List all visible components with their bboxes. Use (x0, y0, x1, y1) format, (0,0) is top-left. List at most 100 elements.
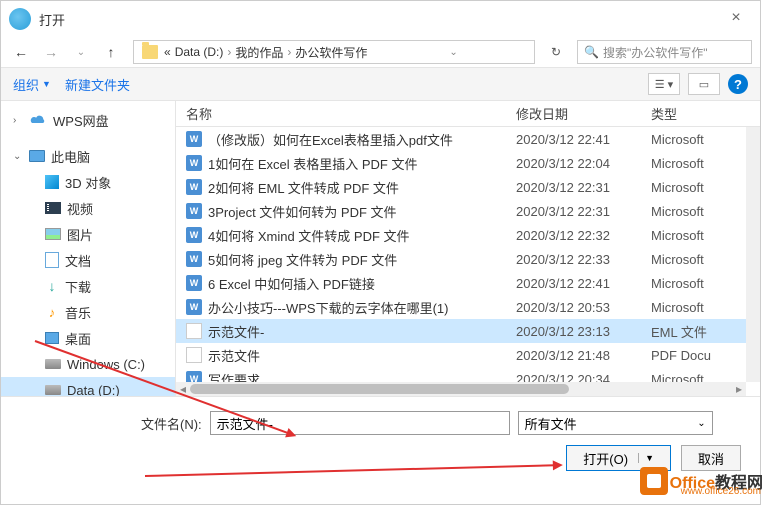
file-row[interactable]: W4如何将 Xmind 文件转成 PDF 文件2020/3/12 22:32Mi… (176, 223, 760, 247)
word-icon: W (186, 227, 202, 243)
file-row[interactable]: W 6 Excel 中如何插入 PDF链接 2020/3/12 22:41Micro… (176, 271, 760, 295)
word-icon: W (186, 131, 202, 147)
bc-drive[interactable]: Data (D:) (173, 45, 226, 59)
file-date: 2020/3/12 22:31 (516, 180, 651, 195)
file-name: 4如何将 Xmind 文件转成 PDF 文件 (208, 226, 410, 245)
watermark-icon (640, 467, 668, 495)
file-date: 2020/3/12 23:13 (516, 324, 651, 339)
desktop-icon (45, 332, 59, 344)
file-name: 3Project 文件如何转为 PDF 文件 (208, 202, 397, 221)
file-row[interactable]: W1如何在 Excel 表格里插入 PDF 文件2020/3/12 22:04M… (176, 151, 760, 175)
sidebar-item-label: 桌面 (65, 329, 91, 348)
nav-forward[interactable]: → (39, 40, 63, 64)
file-date: 2020/3/12 22:41 (516, 132, 651, 147)
file-type: Microsoft (651, 276, 760, 291)
file-row[interactable]: W2如何将 EML 文件转成 PDF 文件2020/3/12 22:31Micr… (176, 175, 760, 199)
filetype-filter[interactable]: 所有文件⌄ (518, 411, 713, 435)
file-row[interactable]: 示范文件2020/3/12 21:48PDF Docu (176, 343, 760, 367)
bc-root[interactable]: « (162, 45, 173, 59)
file-type: Microsoft (651, 180, 760, 195)
3d-icon (45, 175, 59, 189)
search-placeholder: 搜索"办公软件写作" (603, 44, 708, 61)
drive-icon (45, 359, 61, 369)
help-icon[interactable]: ? (728, 74, 748, 94)
nav-history-chevron[interactable]: ⌄ (69, 40, 93, 64)
nav-up[interactable]: ↑ (99, 40, 123, 64)
sidebar-item-label: 下载 (65, 277, 91, 296)
horizontal-scrollbar[interactable]: ◂ ▸ (176, 382, 746, 396)
file-rows: W（修改版）如何在Excel表格里插入pdf文件2020/3/12 22:41M… (176, 127, 760, 392)
file-date: 2020/3/12 22:41 (516, 276, 651, 291)
word-icon: W (186, 275, 202, 291)
breadcrumb[interactable]: « Data (D:) › 我的作品 › 办公软件写作 ⌄ (133, 40, 535, 64)
close-button[interactable]: × (724, 9, 748, 27)
search-icon: 🔍 (584, 45, 599, 59)
vertical-scrollbar[interactable] (746, 127, 760, 382)
eml-icon (186, 323, 202, 339)
file-row[interactable]: W （修改版）如何在Excel表格里插入pdf文件 2020/3/12 22:41M… (176, 127, 760, 151)
organize-button[interactable]: 组织 ▼ (13, 75, 51, 94)
search-input[interactable]: 🔍 搜索"办公软件写作" (577, 40, 752, 64)
body-area: ›WPS网盘 ⌄ 此电脑 3D 对象视频图片文档 ↓ 下载 ♪音乐桌面 Windows (C:… (1, 101, 760, 396)
sidebar-item-[interactable]: ↓ 下载 (1, 273, 175, 299)
file-date: 2020/3/12 22:31 (516, 204, 651, 219)
file-type: Microsoft (651, 132, 760, 147)
file-date: 2020/3/12 22:32 (516, 228, 651, 243)
sidebar-item-[interactable]: 文档 (1, 247, 175, 273)
file-list: 名称 修改日期 类型 W （修改版）如何在Excel表格里插入pdf文件 2020/… (176, 101, 760, 396)
open-dialog: 打开 × ← → ⌄ ↑ « Data (D:) › 我的作品 › 办公软件写作… (0, 0, 761, 505)
file-name: （修改版）如何在Excel表格里插入pdf文件 (208, 130, 453, 149)
picture-icon (45, 228, 61, 240)
view-options-button[interactable]: ☰ ▾ (648, 73, 680, 95)
col-date[interactable]: 修改日期 (516, 104, 651, 123)
file-row[interactable]: 示范文件-2020/3/12 23:13EML 文件 (176, 319, 760, 343)
bc-chevron[interactable]: ⌄ (449, 47, 457, 58)
file-name: 办公小技巧---WPS下载的云字体在哪里(1) (208, 298, 449, 317)
file-list-header: 名称 修改日期 类型 (176, 101, 760, 127)
sidebar-item-[interactable]: 图片 (1, 221, 175, 247)
col-type[interactable]: 类型 (651, 104, 760, 123)
file-type: Microsoft (651, 300, 760, 315)
refresh-button[interactable]: ↻ (545, 41, 567, 63)
sidebar-item-3d[interactable]: 3D 对象 (1, 169, 175, 195)
sidebar-item-[interactable]: 桌面 (1, 325, 175, 351)
bc-folder1[interactable]: 我的作品 (233, 44, 285, 61)
sidebar-item-[interactable]: ♪音乐 (1, 299, 175, 325)
file-type: EML 文件 (651, 322, 760, 341)
expand-chevron[interactable]: ⌄ (13, 151, 23, 162)
file-row[interactable]: W办公小技巧---WPS下载的云字体在哪里(1)2020/3/12 20:53M… (176, 295, 760, 319)
bc-folder2[interactable]: 办公软件写作 (293, 44, 369, 61)
sidebar-item-label: 此电脑 (51, 147, 90, 166)
sidebar-item-windowsc[interactable]: Windows (C:) (1, 351, 175, 377)
filename-label: 文件名(N): (141, 414, 202, 433)
titlebar: 打开 × (1, 1, 760, 37)
col-name[interactable]: 名称 (176, 104, 516, 123)
sidebar-item-wps[interactable]: ›WPS网盘 (1, 107, 175, 133)
sidebar: ›WPS网盘 ⌄ 此电脑 3D 对象视频图片文档 ↓ 下载 ♪音乐桌面 Windows (C:… (1, 101, 176, 396)
expand-chevron[interactable]: › (13, 115, 23, 126)
download-icon: ↓ (45, 279, 59, 293)
scroll-thumb[interactable] (190, 384, 569, 394)
file-type: Microsoft (651, 204, 760, 219)
file-name: 6 Excel 中如何插入 PDF链接 (208, 274, 375, 293)
pdf-icon (186, 347, 202, 363)
newfolder-button[interactable]: 新建文件夹 (65, 75, 130, 94)
sidebar-item-[interactable]: 视频 (1, 195, 175, 221)
navbar: ← → ⌄ ↑ « Data (D:) › 我的作品 › 办公软件写作 ⌄ ↻ … (1, 37, 760, 67)
cloud-icon (29, 113, 47, 127)
sidebar-item-[interactable]: ⌄ 此电脑 (1, 143, 175, 169)
sidebar-item-label: Data (D:) (67, 383, 120, 397)
word-icon: W (186, 299, 202, 315)
file-type: Microsoft (651, 156, 760, 171)
bc-sep: › (287, 45, 291, 59)
file-row[interactable]: W3Project 文件如何转为 PDF 文件2020/3/12 22:31Mi… (176, 199, 760, 223)
sidebar-item-datad[interactable]: Data (D:) (1, 377, 175, 396)
nav-back[interactable]: ← (9, 40, 33, 64)
file-name: 1如何在 Excel 表格里插入 PDF 文件 (208, 154, 417, 173)
bc-sep: › (227, 45, 231, 59)
file-name: 示范文件 (208, 346, 260, 365)
file-type: PDF Docu (651, 348, 760, 363)
filename-input[interactable] (210, 411, 510, 435)
file-row[interactable]: W5如何将 jpeg 文件转为 PDF 文件2020/3/12 22:33Mic… (176, 247, 760, 271)
preview-pane-button[interactable]: ▭ (688, 73, 720, 95)
